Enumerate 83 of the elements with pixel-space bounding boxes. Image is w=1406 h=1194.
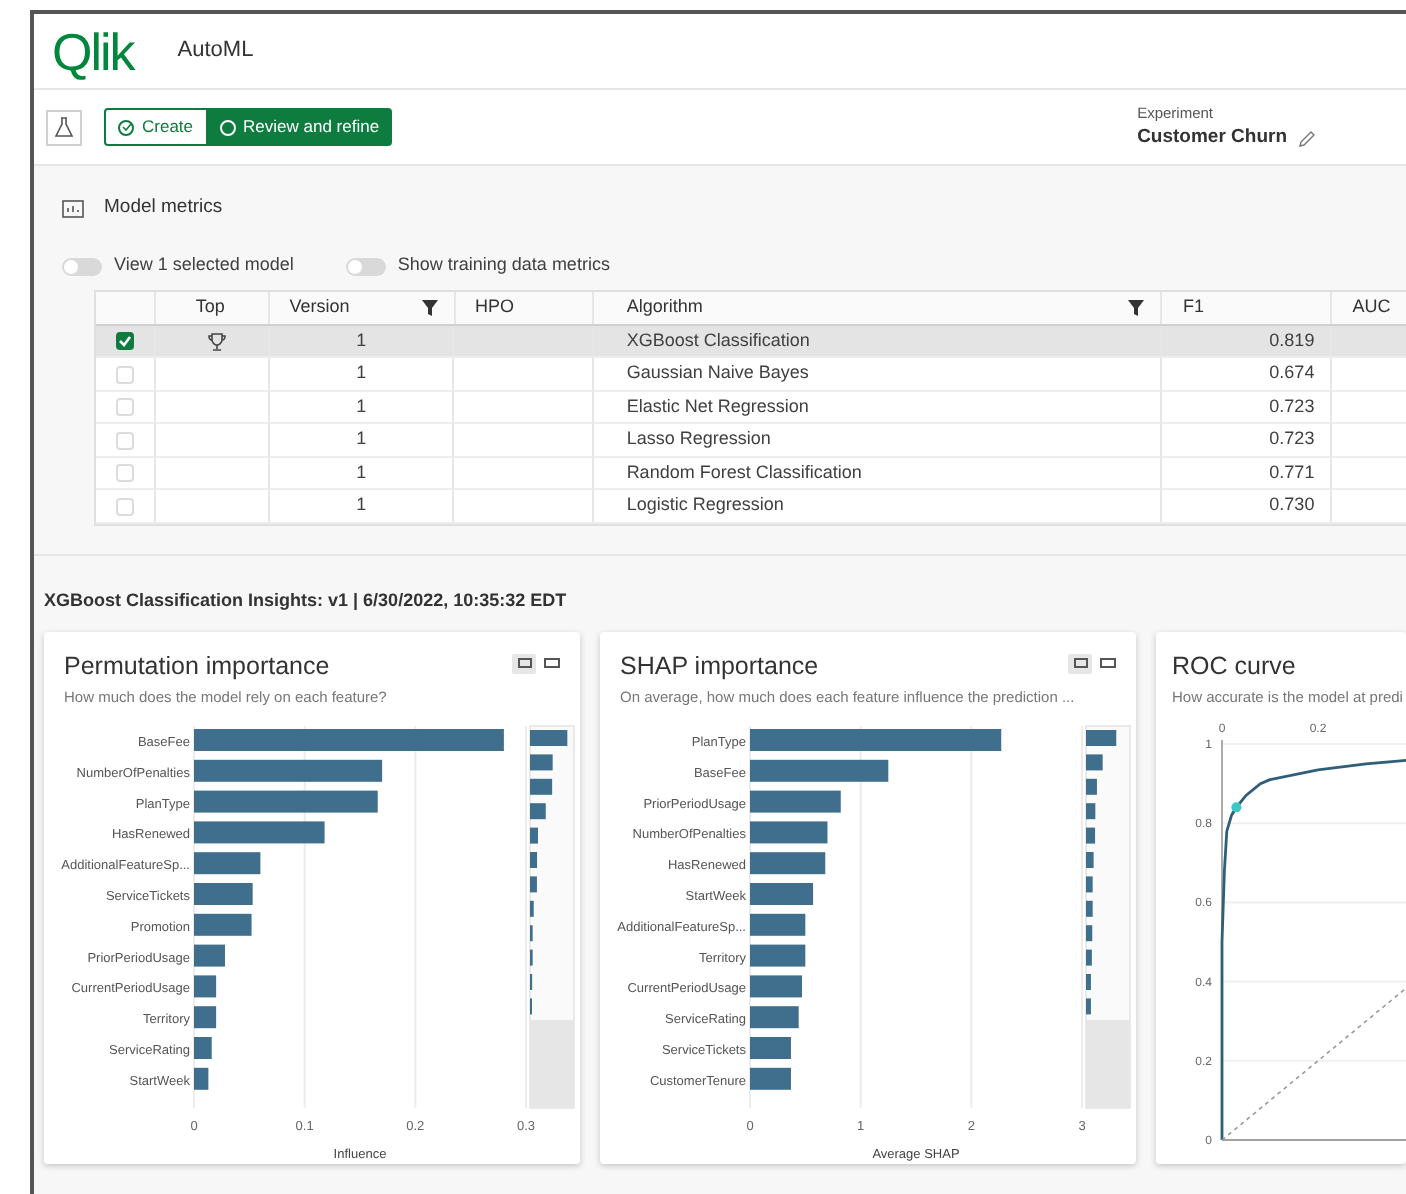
chart-minimap[interactable] (529, 724, 575, 1109)
bar (750, 882, 814, 905)
table-cell-text: Lasso Regression (626, 426, 771, 453)
card-title: ROC curve (1172, 649, 1296, 684)
filter-icon[interactable] (1128, 299, 1145, 316)
bar (194, 913, 252, 936)
toggle-switch[interactable] (345, 257, 386, 275)
row-checkbox[interactable] (115, 464, 134, 482)
table-cell-text: Gaussian Naive Bayes (626, 360, 809, 387)
bar (194, 1005, 217, 1028)
column-header[interactable]: AUC (1352, 294, 1391, 321)
table-cell-text: Elastic Net Regression (626, 393, 809, 420)
bar (194, 851, 261, 874)
app-name: AutoML (177, 36, 254, 67)
step-tab[interactable]: Review and refine (207, 108, 392, 146)
bar (194, 974, 217, 997)
bar (750, 944, 806, 967)
table-cell-text: 0.730 (1269, 492, 1315, 519)
toggle-label: View 1 selected model (114, 252, 294, 279)
table-cell-text: 0.771 (1269, 459, 1315, 486)
table-cell-text: 1 (356, 492, 367, 519)
card-title: SHAP importance (620, 649, 819, 684)
card-title: Permutation importance (64, 649, 330, 684)
pencil-icon[interactable] (1297, 129, 1316, 148)
table-row[interactable]: 1 Logistic Regression 0.730 (96, 490, 1406, 524)
row-checkbox[interactable] (115, 365, 134, 383)
table-row[interactable]: 1 Lasso Regression 0.723 (96, 424, 1406, 458)
column-header[interactable]: Version (289, 294, 350, 321)
insights-title: XGBoost Classification Insights: v1 | 6/30/2022, 10:35:32 EDT (44, 589, 567, 610)
step-tab[interactable]: Create (104, 108, 208, 146)
table-cell-text: 1 (356, 360, 367, 387)
table-cell-text: Random Forest Classification (626, 459, 862, 486)
bar (750, 1005, 799, 1028)
table-cell-text: 1 (356, 327, 367, 354)
column-header[interactable]: HPO (475, 294, 515, 321)
row-checkbox[interactable] (115, 332, 134, 350)
bar (194, 944, 225, 967)
column-header[interactable]: Algorithm (614, 294, 703, 321)
toggle-switch[interactable] (62, 257, 102, 275)
bar (750, 913, 806, 936)
experiment-name: Customer Churn (1137, 124, 1288, 152)
table-row[interactable]: 1 Elastic Net Regression 0.723 (96, 391, 1406, 425)
filter-icon[interactable] (421, 299, 438, 316)
row-checkbox[interactable] (115, 431, 134, 449)
chart-view-icon[interactable] (1068, 653, 1092, 674)
bar (194, 820, 325, 843)
bar (750, 820, 828, 843)
row-checkbox[interactable] (115, 497, 134, 515)
table-view-icon[interactable] (1096, 653, 1120, 674)
bar (750, 1036, 791, 1059)
brand-logo: Qlik (52, 25, 134, 77)
row-checkbox[interactable] (115, 398, 134, 416)
bar (750, 759, 889, 782)
table-cell-text: 1 (356, 393, 367, 420)
bar (194, 882, 253, 905)
table-row[interactable]: 1 Random Forest Classification 0.771 (96, 457, 1406, 491)
table-cell-text: 1 (356, 459, 367, 486)
chart-minimap[interactable] (1085, 724, 1131, 1109)
table-cell-text: 0.674 (1269, 360, 1315, 387)
bar (194, 1067, 209, 1090)
threshold-marker (1231, 801, 1242, 812)
toggle-label: Show training data metrics (397, 252, 610, 279)
table-row[interactable]: 1 Gaussian Naive Bayes 0.674 (96, 358, 1406, 392)
table-cell-text: Logistic Regression (626, 492, 784, 519)
bar (750, 1067, 791, 1090)
table-cell-text: 1 (356, 426, 367, 453)
bar (750, 974, 802, 997)
table-cell-text: XGBoost Classification (626, 327, 810, 354)
experiment-button[interactable] (46, 109, 82, 145)
column-header[interactable]: Top (175, 294, 225, 321)
table-cell-text: 0.819 (1269, 327, 1315, 354)
column-header[interactable]: F1 (1182, 294, 1204, 321)
bar (750, 790, 841, 813)
table-view-icon[interactable] (540, 653, 564, 674)
bar (750, 851, 826, 874)
table-row[interactable]: 1 XGBoost Classification 0.819 (96, 325, 1406, 359)
bar (194, 1036, 212, 1059)
chart-icon (62, 199, 84, 218)
flask-icon (54, 116, 74, 138)
table-cell-text: 0.723 (1269, 426, 1315, 453)
chart-view-icon[interactable] (512, 653, 536, 674)
section-title: Model metrics (104, 194, 223, 222)
table-cell-text: 0.723 (1269, 393, 1315, 420)
